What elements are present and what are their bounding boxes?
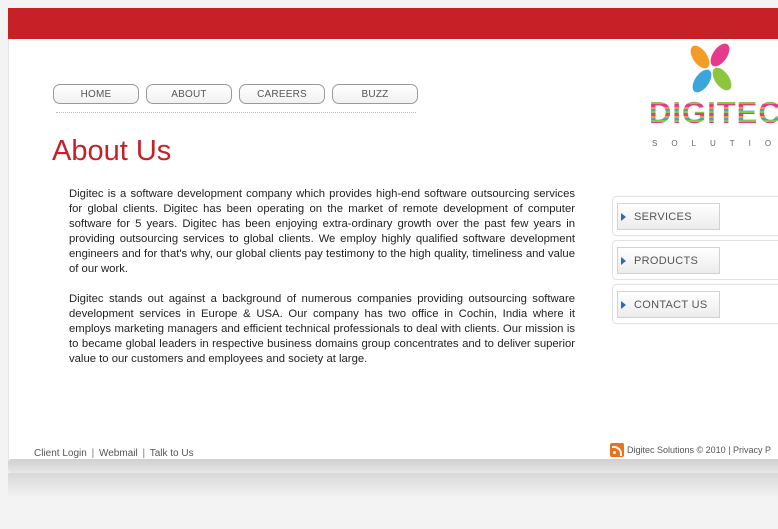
webmail-link[interactable]: Webmail	[99, 448, 138, 459]
nav-about-button[interactable]: ABOUT	[146, 84, 232, 104]
logo-tagline: SOLUTION	[652, 139, 778, 148]
side-item-label: SERVICES	[634, 210, 692, 223]
footer-shadow	[8, 473, 778, 498]
client-login-link[interactable]: Client Login	[34, 448, 87, 459]
footer-separator: |	[142, 448, 146, 459]
footer-separator: |	[91, 448, 95, 459]
copyright-text: Digitec Solutions © 2010 | Privacy P	[627, 445, 772, 455]
logo-wordmark: DIGITEC	[649, 95, 778, 131]
nav-buzz-button[interactable]: BUZZ	[332, 84, 418, 104]
nav-divider	[56, 112, 416, 113]
side-item-label: PRODUCTS	[634, 254, 699, 267]
side-item-services[interactable]: SERVICES	[612, 196, 778, 236]
nav-careers-button[interactable]: CAREERS	[239, 84, 325, 104]
arrow-right-icon	[621, 212, 626, 221]
page-title: About Us	[52, 135, 172, 167]
about-paragraph-1: Digitec is a software development compan…	[69, 188, 575, 275]
services-button[interactable]: SERVICES	[617, 203, 720, 230]
arrow-right-icon	[621, 300, 626, 309]
top-header-bar	[8, 8, 778, 39]
nav-home-button[interactable]: HOME	[53, 84, 139, 104]
footer-band	[8, 459, 778, 473]
arrow-right-icon	[621, 256, 626, 265]
side-nav: SERVICES PRODUCTS CONTACT US	[612, 196, 778, 328]
contact-us-button[interactable]: CONTACT US	[617, 291, 720, 318]
footer-links: Client Login | Webmail | Talk to Us	[34, 448, 194, 459]
side-item-contact[interactable]: CONTACT US	[612, 284, 778, 324]
side-item-label: CONTACT US	[634, 298, 708, 311]
about-paragraph-2: Digitec stands out against a background …	[69, 293, 575, 365]
about-content: Digitec is a software development compan…	[69, 187, 575, 382]
rss-icon[interactable]	[610, 443, 624, 457]
talk-to-us-link[interactable]: Talk to Us	[150, 448, 194, 459]
company-logo[interactable]: DIGITEC SOLUTION	[642, 43, 778, 153]
page-frame: HOME ABOUT CAREERS BUZZ About Us Digitec…	[0, 0, 778, 529]
page-body: HOME ABOUT CAREERS BUZZ About Us Digitec…	[8, 39, 778, 471]
products-button[interactable]: PRODUCTS	[617, 247, 720, 274]
footer-copyright: Digitec Solutions © 2010 | Privacy P	[610, 443, 771, 457]
side-item-products[interactable]: PRODUCTS	[612, 240, 778, 280]
logo-leaves-icon	[690, 43, 732, 93]
main-nav: HOME ABOUT CAREERS BUZZ	[53, 84, 418, 104]
